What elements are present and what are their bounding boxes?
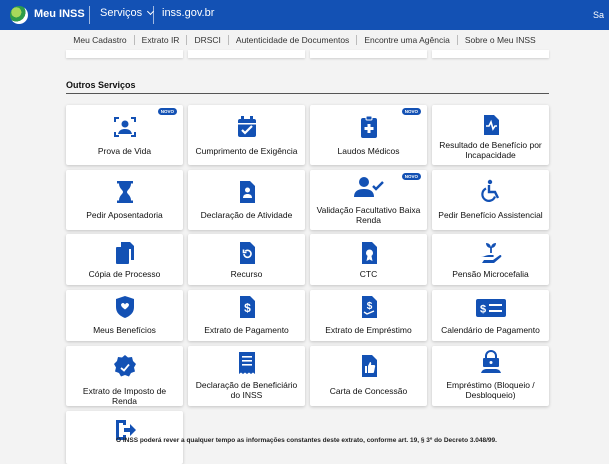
card-label: Pedir Benefício Assistencial: [438, 210, 543, 220]
card-label: Declaração de Atividade: [200, 210, 293, 220]
card-recurso[interactable]: Recurso: [188, 234, 305, 285]
shield-hand-icon: [115, 296, 134, 318]
card-label: Resultado de Benefício por Incapacidade: [439, 140, 542, 160]
document-thumb-icon: [361, 355, 377, 377]
card-emprestimo-bloqueio[interactable]: Empréstimo (Bloqueio / Desbloqueio): [432, 346, 549, 406]
document-refresh-icon: [239, 242, 255, 264]
card-label: Validação Facultativo Baixa Renda: [316, 205, 421, 225]
subnav-item-meu-cadastro[interactable]: Meu Cadastro: [66, 35, 135, 45]
subnav-item-drsci[interactable]: DRSCI: [187, 35, 229, 45]
card-meus-beneficios[interactable]: Meus Benefícios: [66, 290, 183, 341]
card-label: Declaração de Beneficiário do INSS: [195, 380, 298, 400]
previous-card[interactable]: [432, 50, 549, 58]
copy-documents-icon: [115, 242, 134, 264]
health-report-icon: [483, 115, 499, 135]
subnav-item-extrato-ir[interactable]: Extrato IR: [135, 35, 188, 45]
card-pensao-microcefalia[interactable]: Pensão Microcefalia: [432, 234, 549, 285]
services-menu[interactable]: Serviços: [100, 7, 155, 19]
header-divider: [153, 6, 154, 24]
card-extrato-imposto-renda[interactable]: Extrato de Imposto de Renda: [66, 346, 183, 406]
receipt-icon: [238, 352, 255, 374]
services-menu-label: Serviços: [100, 7, 143, 19]
card-label: CTC: [359, 269, 378, 279]
money-card-icon: $: [475, 299, 506, 317]
lock-user-icon: [480, 350, 501, 373]
svg-text:$: $: [366, 301, 372, 312]
header-right-link[interactable]: Sa: [593, 10, 604, 20]
person-scan-icon: [113, 117, 136, 137]
card-label: Extrato de Empréstimo: [325, 325, 412, 335]
card-extrato-pagamento[interactable]: $ Extrato de Pagamento: [188, 290, 305, 341]
previous-card[interactable]: [66, 50, 183, 58]
loan-document-icon: $: [361, 296, 377, 318]
previous-card[interactable]: [310, 50, 427, 58]
new-badge: NOVO: [401, 108, 421, 115]
card-label: Empréstimo (Bloqueio / Desbloqueio): [446, 380, 535, 400]
hand-plant-icon: [480, 243, 501, 263]
subnav-item-autenticidade[interactable]: Autenticidade de Documentos: [229, 35, 358, 45]
previous-card[interactable]: [188, 50, 305, 58]
sub-navigation: Meu Cadastro Extrato IR DRSCI Autenticid…: [0, 30, 609, 50]
document-dollar-icon: $: [239, 296, 255, 318]
new-badge: NOVO: [401, 173, 421, 180]
card-calendario-pagamento[interactable]: $ Calendário de Pagamento: [432, 290, 549, 341]
subnav-item-sobre[interactable]: Sobre o Meu INSS: [458, 35, 543, 45]
card-label: Laudos Médicos: [337, 146, 400, 156]
id-document-icon: [239, 181, 255, 203]
user-check-icon: [353, 177, 384, 197]
card-declaracao-atividade[interactable]: Declaração de Atividade: [188, 170, 305, 230]
card-label: Pensão Microcefalia: [452, 269, 529, 279]
svg-text:$: $: [479, 304, 485, 316]
card-label: Pedir Aposentadoria: [86, 210, 163, 220]
card-label: Recurso: [230, 269, 263, 279]
card-prova-de-vida[interactable]: NOVO Prova de Vida: [66, 105, 183, 165]
top-header: Meu INSS Serviços inss.gov.br Sa: [0, 0, 609, 30]
wheelchair-icon: [480, 179, 499, 202]
svg-text:$: $: [244, 301, 251, 315]
card-label: Cumprimento de Exigência: [195, 146, 298, 156]
card-extrato-emprestimo[interactable]: $ Extrato de Empréstimo: [310, 290, 427, 341]
card-validacao-baixa-renda[interactable]: NOVO Validação Facultativo Baixa Renda: [310, 170, 427, 230]
domain-link[interactable]: inss.gov.br: [162, 7, 214, 19]
hourglass-icon: [116, 181, 133, 203]
card-declaracao-beneficiario[interactable]: Declaração de Beneficiário do INSS: [188, 346, 305, 406]
card-pedir-aposentadoria[interactable]: Pedir Aposentadoria: [66, 170, 183, 230]
card-label: Meus Benefícios: [93, 325, 156, 335]
inss-logo-icon[interactable]: [10, 6, 28, 24]
section-divider: [66, 93, 549, 94]
card-laudos-medicos[interactable]: NOVO Laudos Médicos: [310, 105, 427, 165]
card-beneficio-assistencial[interactable]: Pedir Benefício Assistencial: [432, 170, 549, 230]
card-label: Extrato de Pagamento: [204, 325, 289, 335]
card-label: Cópia de Processo: [88, 269, 161, 279]
medical-clipboard-icon: [360, 115, 377, 138]
brand-title[interactable]: Meu INSS: [34, 8, 85, 20]
calendar-check-icon: [237, 116, 256, 137]
tax-badge-icon: [113, 355, 136, 377]
card-label: Extrato de Imposto de Renda: [82, 386, 167, 406]
card-label: Carta de Concessão: [329, 386, 408, 396]
card-resultado-incapacidade[interactable]: Resultado de Benefício por Incapacidade: [432, 105, 549, 165]
new-badge: NOVO: [157, 108, 177, 115]
card-ctc[interactable]: CTC: [310, 234, 427, 285]
section-title: Outros Serviços: [66, 80, 136, 90]
card-label: Prova de Vida: [97, 146, 152, 156]
card-carta-concessao[interactable]: Carta de Concessão: [310, 346, 427, 406]
subnav-item-agencia[interactable]: Encontre uma Agência: [357, 35, 458, 45]
header-divider: [89, 6, 90, 24]
card-label: Calendário de Pagamento: [441, 325, 540, 335]
document-stamp-icon: [361, 242, 377, 264]
card-cumprimento-exigencia[interactable]: Cumprimento de Exigência: [188, 105, 305, 165]
footer-note: O INSS poderá rever a qualquer tempo as …: [116, 437, 497, 444]
card-copia-processo[interactable]: Cópia de Processo: [66, 234, 183, 285]
